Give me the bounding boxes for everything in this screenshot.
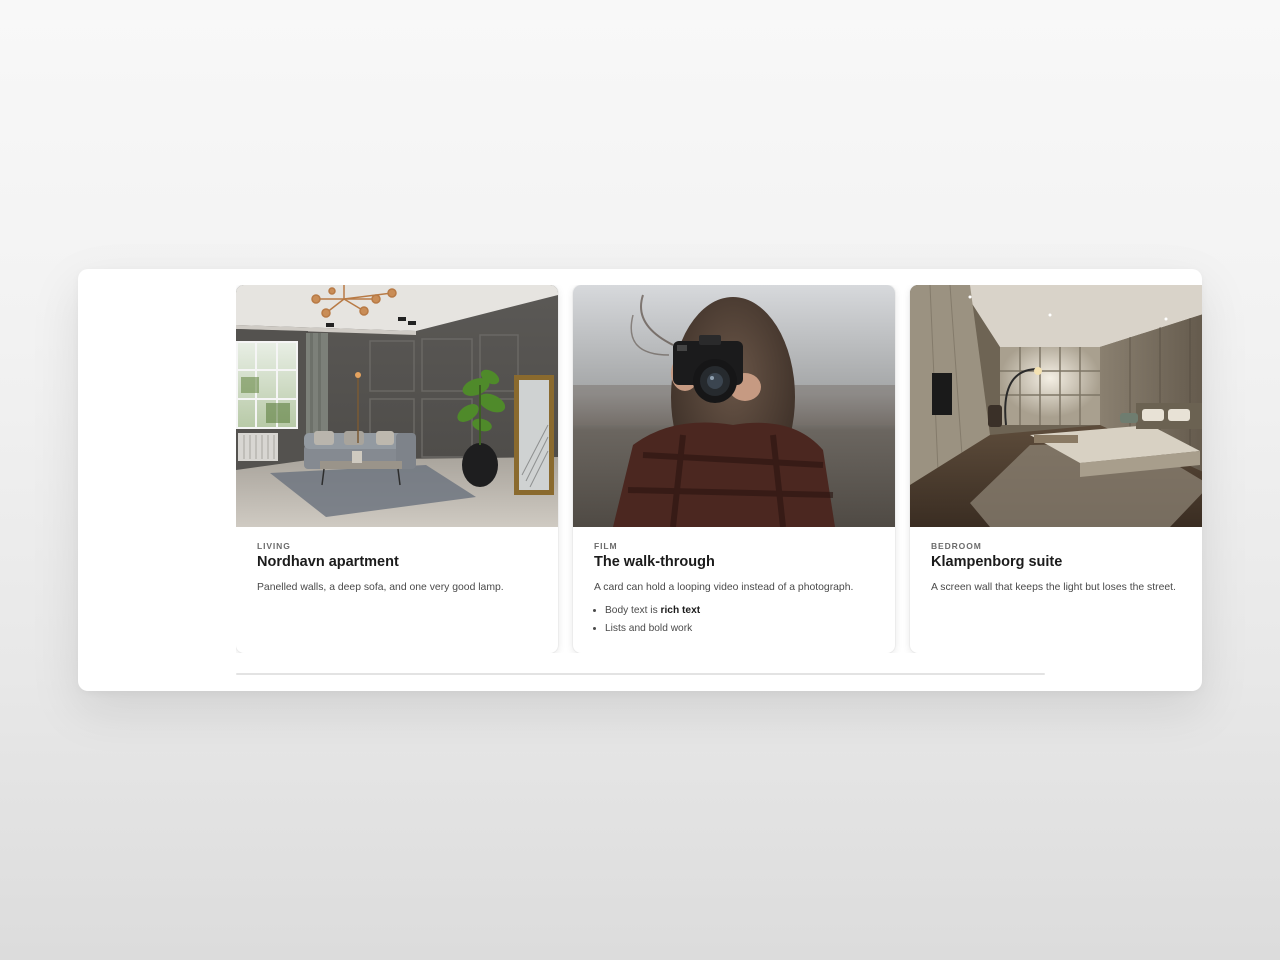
card-video-photographer[interactable] [573,285,895,527]
carousel-track[interactable]: LIVING Nordhavn apartment Panelled walls… [236,285,1202,653]
card-image-bedroom [910,285,1202,527]
card-description: A card can hold a looping video instead … [594,582,854,593]
carousel-card-nordhavn[interactable]: LIVING Nordhavn apartment Panelled walls… [236,285,558,653]
photographer-image [573,285,895,527]
card-category: LIVING [257,541,291,551]
living-room-image [236,285,558,527]
carousel-card-walk-through[interactable]: FILM The walk-through A card can hold a … [573,285,895,653]
list-item: Lists and bold work [605,620,874,638]
bedroom-image [910,285,1202,527]
card-description: Panelled walls, a deep sofa, and one ver… [257,582,504,593]
card-category: FILM [594,541,618,551]
card-title: Klampenborg suite [931,554,1063,570]
carousel-card-klampenborg[interactable]: BEDROOM Klampenborg suite A screen wall … [910,285,1202,653]
card-image-living-room [236,285,558,527]
card-description: A screen wall that keeps the light but l… [931,582,1176,593]
card-body: LIVING Nordhavn apartment Panelled walls… [236,527,558,596]
card-category: BEDROOM [931,541,982,551]
card-title: The walk-through [594,554,715,570]
carousel-scrollbar[interactable] [236,673,1045,675]
card-title: Nordhavn apartment [257,554,399,570]
list-item: Body text is rich text [605,602,874,620]
card-feature-list: Body text is rich text Lists and bold wo… [594,602,874,639]
carousel-panel: LIVING Nordhavn apartment Panelled walls… [78,269,1202,691]
card-body: BEDROOM Klampenborg suite A screen wall … [910,527,1202,596]
card-body: FILM The walk-through A card can hold a … [573,527,895,638]
